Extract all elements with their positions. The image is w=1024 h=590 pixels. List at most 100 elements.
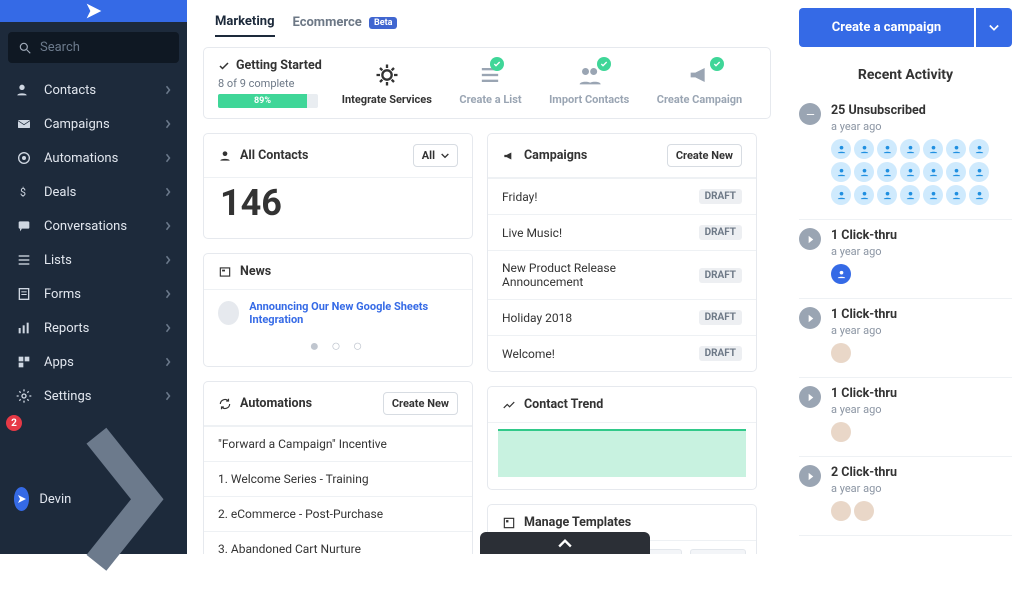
activity-item[interactable]: 2 Click-thrua year ago bbox=[799, 457, 1012, 536]
carousel-dots[interactable]: ● ○ ○ bbox=[204, 332, 472, 366]
avatar[interactable] bbox=[831, 162, 851, 182]
avatar[interactable] bbox=[854, 139, 874, 159]
nav-bottom: Apps Settings 2 Devin bbox=[0, 345, 187, 590]
automation-row[interactable]: "Forward a Campaign" Incentive bbox=[204, 426, 472, 461]
avatar[interactable] bbox=[969, 139, 989, 159]
chevron-right-icon bbox=[165, 357, 171, 367]
recent-activity-title: Recent Activity bbox=[799, 57, 1012, 95]
template-thumbnail[interactable] bbox=[690, 549, 746, 554]
tab-ecommerce[interactable]: Ecommerce Beta bbox=[293, 15, 398, 36]
user-name: Devin bbox=[39, 492, 71, 507]
avatar[interactable] bbox=[877, 185, 897, 205]
avatar[interactable] bbox=[877, 139, 897, 159]
nav-reports[interactable]: Reports bbox=[0, 311, 187, 345]
gear-icon bbox=[373, 61, 401, 89]
avatar[interactable] bbox=[831, 343, 851, 363]
create-campaign-button[interactable]: Create New bbox=[667, 144, 742, 167]
campaign-row[interactable]: Live Music!DRAFT bbox=[488, 214, 756, 250]
avatar[interactable] bbox=[831, 501, 851, 521]
avatar[interactable] bbox=[831, 139, 851, 159]
gs-step-list[interactable]: Create a List bbox=[459, 61, 521, 106]
avatar[interactable] bbox=[946, 162, 966, 182]
nav-settings[interactable]: Settings bbox=[0, 379, 187, 413]
gs-step-import[interactable]: Import Contacts bbox=[549, 61, 629, 106]
avatar[interactable] bbox=[946, 139, 966, 159]
news-card: News Announcing Our New Google Sheets In… bbox=[203, 253, 473, 367]
create-campaign-primary-button[interactable]: Create a campaign bbox=[799, 8, 974, 47]
chevron-right-icon bbox=[165, 85, 171, 95]
search-placeholder: Search bbox=[40, 40, 80, 55]
avatar[interactable] bbox=[877, 162, 897, 182]
status-badge: DRAFT bbox=[699, 346, 742, 361]
target-icon bbox=[16, 150, 32, 166]
tab-marketing[interactable]: Marketing bbox=[215, 14, 275, 37]
contact-trend-chart bbox=[498, 429, 746, 477]
automation-row[interactable]: 2. eCommerce - Post-Purchase bbox=[204, 496, 472, 531]
brand-logo[interactable] bbox=[0, 0, 187, 22]
click-icon bbox=[799, 386, 821, 408]
campaign-row[interactable]: Welcome!DRAFT bbox=[488, 335, 756, 371]
nav-main: Contacts Campaigns Automations $Deals Co… bbox=[0, 73, 187, 345]
nav-conversations[interactable]: Conversations bbox=[0, 209, 187, 243]
refresh-icon bbox=[218, 397, 232, 411]
nav-deals[interactable]: $Deals bbox=[0, 175, 187, 209]
gs-step-integrate[interactable]: Integrate Services bbox=[342, 61, 432, 106]
automations-card: AutomationsCreate New "Forward a Campaig… bbox=[203, 381, 473, 554]
avatar[interactable] bbox=[831, 264, 851, 284]
automation-row[interactable]: 1. Welcome Series - Training bbox=[204, 461, 472, 496]
avatar[interactable] bbox=[969, 185, 989, 205]
nav-contacts[interactable]: Contacts bbox=[0, 73, 187, 107]
create-campaign-dropdown[interactable] bbox=[976, 8, 1012, 47]
nav-campaigns[interactable]: Campaigns bbox=[0, 107, 187, 141]
unsubscribe-icon bbox=[799, 103, 821, 125]
bottom-drawer-toggle[interactable] bbox=[480, 532, 650, 554]
campaign-row[interactable]: Holiday 2018DRAFT bbox=[488, 299, 756, 335]
avatar[interactable] bbox=[831, 422, 851, 442]
avatar[interactable] bbox=[831, 185, 851, 205]
avatar[interactable] bbox=[969, 162, 989, 182]
dollar-icon: $ bbox=[16, 184, 32, 200]
activity-item[interactable]: 1 Click-thrua year ago bbox=[799, 299, 1012, 378]
avatar[interactable] bbox=[854, 501, 874, 521]
activity-item[interactable]: 1 Click-thrua year ago bbox=[799, 378, 1012, 457]
contacts-filter-dropdown[interactable]: All bbox=[413, 144, 458, 167]
search-input[interactable]: Search bbox=[8, 32, 179, 63]
main-content: Marketing Ecommerce Beta Getting Started… bbox=[187, 0, 787, 554]
click-icon bbox=[799, 465, 821, 487]
avatar[interactable] bbox=[900, 185, 920, 205]
activity-item[interactable]: 25 Unsubscribeda year ago bbox=[799, 95, 1012, 220]
avatar[interactable] bbox=[923, 185, 943, 205]
news-headline-link[interactable]: Announcing Our New Google Sheets Integra… bbox=[249, 300, 458, 326]
nav-forms[interactable]: Forms bbox=[0, 277, 187, 311]
activity-item[interactable]: 1 Click-thrua year ago bbox=[799, 220, 1012, 299]
activity-title: 1 Click-thru bbox=[831, 228, 897, 243]
chevron-up-icon bbox=[558, 536, 572, 550]
gs-step-campaign[interactable]: Create Campaign bbox=[657, 61, 742, 106]
avatar[interactable] bbox=[946, 185, 966, 205]
avatar[interactable] bbox=[923, 162, 943, 182]
nav-apps[interactable]: Apps bbox=[0, 345, 187, 379]
nav-lists[interactable]: Lists bbox=[0, 243, 187, 277]
form-icon bbox=[16, 286, 32, 302]
automation-row[interactable]: 3. Abandoned Cart Nurture bbox=[204, 531, 472, 554]
campaign-row[interactable]: New Product Release AnnouncementDRAFT bbox=[488, 250, 756, 299]
gear-icon bbox=[16, 388, 32, 404]
chevron-right-icon bbox=[165, 289, 171, 299]
chevron-right-icon bbox=[165, 187, 171, 197]
activity-title: 1 Click-thru bbox=[831, 386, 897, 401]
avatar[interactable] bbox=[900, 139, 920, 159]
campaign-row[interactable]: Friday!DRAFT bbox=[488, 178, 756, 214]
avatar[interactable] bbox=[923, 139, 943, 159]
chat-icon bbox=[16, 218, 32, 234]
create-automation-button[interactable]: Create New bbox=[383, 392, 458, 415]
list-icon bbox=[16, 252, 32, 268]
user-avatar-icon bbox=[14, 487, 29, 511]
avatar[interactable] bbox=[854, 185, 874, 205]
campaigns-card: CampaignsCreate New Friday!DRAFT Live Mu… bbox=[487, 133, 757, 372]
avatar[interactable] bbox=[900, 162, 920, 182]
user-menu[interactable]: 2 Devin bbox=[0, 413, 187, 586]
check-badge-icon bbox=[710, 57, 724, 71]
chevron-right-icon bbox=[165, 221, 171, 231]
nav-automations[interactable]: Automations bbox=[0, 141, 187, 175]
avatar[interactable] bbox=[854, 162, 874, 182]
